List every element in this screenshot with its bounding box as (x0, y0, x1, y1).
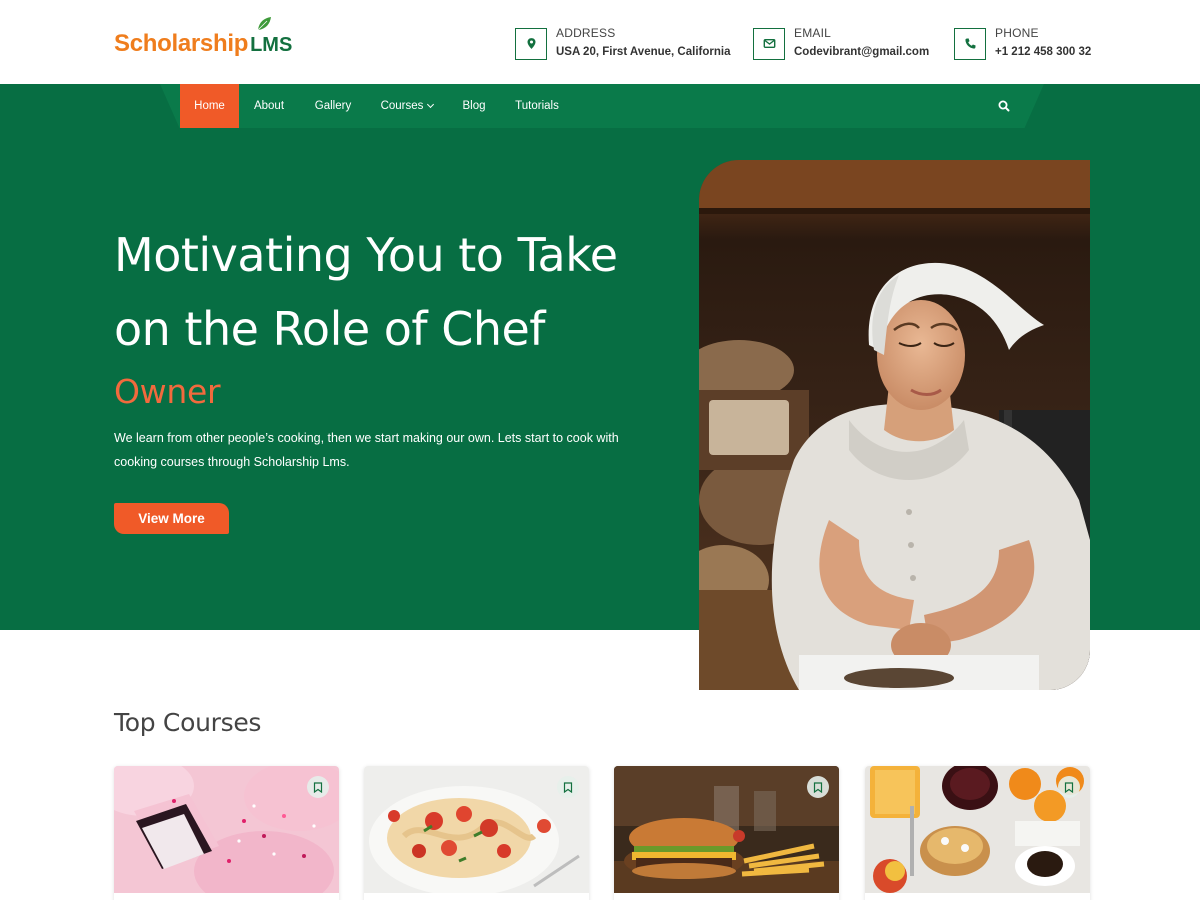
hero-description-line-1: We learn from other people’s cooking, th… (114, 431, 619, 445)
leaf-icon (257, 17, 271, 31)
contact-email-value[interactable]: Codevibrant@gmail.com (794, 43, 929, 61)
phone-icon (954, 27, 986, 60)
nav-item-tutorials[interactable]: Tutorials (506, 84, 568, 128)
map-pin-icon (515, 27, 547, 60)
contact-phone: PHONE +1 212 458 300 32 (954, 26, 1091, 61)
chevron-down-icon (427, 100, 435, 109)
course-card-1[interactable] (114, 766, 339, 900)
site-header: Scholarship LMS ADDRESS USA 20, First Av… (0, 0, 1200, 84)
pink-macarons-photo (114, 766, 339, 893)
hero-title-line-2: on the Role of Chef (114, 302, 546, 356)
view-more-button[interactable]: View More (114, 503, 229, 534)
envelope-icon (753, 27, 785, 60)
search-icon[interactable] (997, 99, 1011, 113)
nav-item-about[interactable]: About (245, 84, 293, 128)
nav-item-courses[interactable]: Courses (372, 84, 442, 128)
contact-phone-value[interactable]: +1 212 458 300 32 (995, 43, 1091, 61)
hero-title: Motivating You to Take on the Role of Ch… (114, 218, 684, 366)
hero-title-line-1: Motivating You to Take (114, 228, 618, 282)
contact-address-label: ADDRESS (556, 26, 616, 40)
course-card-2[interactable] (364, 766, 589, 900)
logo-word-scholarship: Scholarship (114, 30, 249, 57)
hero-description: We learn from other people’s cooking, th… (114, 426, 674, 474)
hero-chef-image (699, 160, 1090, 690)
site-logo[interactable]: Scholarship LMS (114, 17, 293, 58)
bookmark-icon[interactable] (807, 776, 829, 798)
bookmark-icon[interactable] (557, 776, 579, 798)
course-card-4[interactable] (865, 766, 1090, 900)
nav-item-home[interactable]: Home (180, 84, 239, 128)
contact-address: ADDRESS USA 20, First Avenue, California (515, 26, 730, 61)
burger-fries-photo (614, 766, 839, 893)
hero-description-line-2: cooking courses through Scholarship Lms. (114, 455, 350, 469)
contact-email-label: EMAIL (794, 26, 832, 40)
contact-email: EMAIL Codevibrant@gmail.com (753, 26, 929, 61)
pasta-dish-photo (364, 766, 589, 893)
hero-subtitle: Owner (114, 372, 221, 411)
contact-phone-label: PHONE (995, 26, 1039, 40)
bookmark-icon[interactable] (307, 776, 329, 798)
section-title-top-courses: Top Courses (114, 708, 262, 737)
contact-address-value: USA 20, First Avenue, California (556, 46, 731, 58)
breakfast-table-photo (865, 766, 1090, 893)
logo-word-lms: LMS (250, 34, 293, 56)
bookmark-icon[interactable] (1058, 776, 1080, 798)
course-card-3[interactable] (614, 766, 839, 900)
nav-item-gallery[interactable]: Gallery (305, 84, 361, 128)
nav-item-courses-label: Courses (380, 100, 424, 112)
nav-item-blog[interactable]: Blog (454, 84, 494, 128)
